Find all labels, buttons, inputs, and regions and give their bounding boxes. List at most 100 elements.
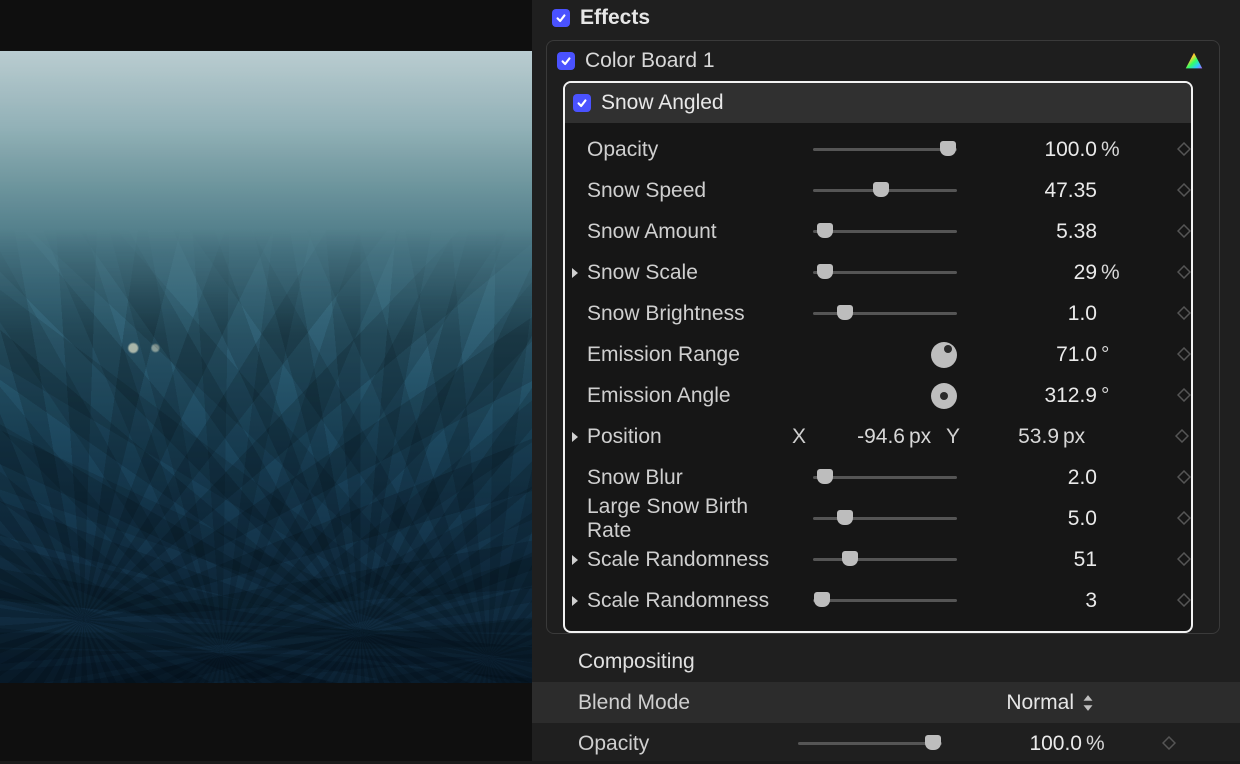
video-viewer: [0, 0, 532, 761]
param-value[interactable]: 2.0: [967, 466, 1097, 490]
param-value[interactable]: 29: [967, 261, 1097, 285]
param-value[interactable]: 1.0: [967, 302, 1097, 326]
param-label: Position: [587, 425, 797, 449]
keyframe-icon[interactable]: [1116, 732, 1176, 756]
blend-mode-row[interactable]: Blend Mode Normal: [532, 682, 1240, 723]
param-snow-blur: Snow Blur 2.0: [565, 457, 1191, 498]
param-label: Emission Range: [587, 343, 797, 367]
effect-label: Snow Angled: [601, 91, 724, 115]
param-value[interactable]: 51: [967, 548, 1097, 572]
param-label: Blend Mode: [578, 691, 690, 715]
param-label: Snow Amount: [587, 220, 797, 244]
param-label: Snow Blur: [587, 466, 797, 490]
param-snow-scale: Snow Scale 29%: [565, 252, 1191, 293]
color-wheel-icon[interactable]: [1183, 50, 1205, 72]
snow-bright-slider[interactable]: [813, 312, 957, 315]
param-unit: °: [1097, 343, 1131, 367]
param-value[interactable]: 100.0: [952, 732, 1082, 756]
section-effects: Effects: [532, 0, 1240, 36]
keyframe-icon[interactable]: [1131, 220, 1191, 244]
param-value[interactable]: 47.35: [967, 179, 1097, 203]
opacity-slider[interactable]: [813, 148, 957, 151]
param-snow-bright: Snow Brightness 1.0: [565, 293, 1191, 334]
keyframe-icon[interactable]: [1131, 302, 1191, 326]
scale-rand1-slider[interactable]: [813, 558, 957, 561]
param-label: Scale Randomness: [587, 589, 797, 613]
disclosure-icon[interactable]: [569, 430, 581, 444]
section-compositing: Compositing Blend Mode Normal Opacity 10…: [532, 634, 1240, 764]
effect-checkbox[interactable]: [573, 94, 591, 112]
parameter-list: Opacity 100.0% Snow Speed 47.35 Snow Amount 5…: [565, 123, 1191, 631]
param-position: PositionX-94.6pxY53.9px: [565, 416, 1191, 457]
param-opacity: Opacity 100.0%: [565, 129, 1191, 170]
keyframe-icon[interactable]: [1131, 507, 1191, 531]
param-value[interactable]: 5.0: [967, 507, 1097, 531]
param-value[interactable]: 71.0: [967, 343, 1097, 367]
effect-header[interactable]: Snow Angled: [565, 83, 1191, 123]
keyframe-icon[interactable]: [1131, 589, 1191, 613]
position-fields: X-94.6pxY53.9px: [789, 425, 1129, 449]
param-label: Scale Randomness: [587, 548, 797, 572]
param-label: Snow Speed: [587, 179, 797, 203]
position-x-value[interactable]: -94.6: [809, 425, 905, 449]
param-unit: %: [1097, 138, 1131, 162]
disclosure-icon[interactable]: [569, 553, 581, 567]
param-label: Emission Angle: [587, 384, 797, 408]
param-snow-speed: Snow Speed 47.35: [565, 170, 1191, 211]
disclosure-icon[interactable]: [569, 594, 581, 608]
param-unit: %: [1097, 261, 1131, 285]
param-em-angle: Emission Angle 312.9°: [565, 375, 1191, 416]
effects-list: Color Board 1: [546, 40, 1220, 634]
effects-checkbox[interactable]: [552, 9, 570, 27]
scale-rand2-slider[interactable]: [813, 599, 957, 602]
position-y-unit: px: [1059, 425, 1097, 449]
keyframe-icon[interactable]: [1131, 384, 1191, 408]
keyframe-icon[interactable]: [1129, 425, 1189, 449]
param-label: Opacity: [578, 732, 782, 756]
param-em-range: Emission Range 71.0°: [565, 334, 1191, 375]
keyframe-icon[interactable]: [1131, 548, 1191, 572]
param-unit: °: [1097, 384, 1131, 408]
preview-frame: [0, 51, 555, 683]
param-label: Snow Scale: [587, 261, 797, 285]
opacity-slider[interactable]: [798, 742, 942, 745]
lsbr-slider[interactable]: [813, 517, 957, 520]
param-scale-rand1: Scale Randomness 51: [565, 539, 1191, 580]
param-unit: %: [1082, 732, 1116, 756]
effect-color-board[interactable]: Color Board 1: [547, 41, 1219, 81]
blend-mode-value: Normal: [1006, 691, 1074, 715]
axis-x-label: X: [789, 425, 809, 449]
param-snow-amount: Snow Amount 5.38: [565, 211, 1191, 252]
inspector-panel: Effects Color Board 1: [532, 0, 1240, 761]
snow-amount-slider[interactable]: [813, 230, 957, 233]
param-value[interactable]: 312.9: [967, 384, 1097, 408]
keyframe-icon[interactable]: [1131, 261, 1191, 285]
param-scale-rand2: Scale Randomness 3: [565, 580, 1191, 621]
param-value[interactable]: 5.38: [967, 220, 1097, 244]
effect-checkbox[interactable]: [557, 52, 575, 70]
param-value[interactable]: 3: [967, 589, 1097, 613]
snow-blur-slider[interactable]: [813, 476, 957, 479]
snow-scale-slider[interactable]: [813, 271, 957, 274]
section-title: Effects: [580, 6, 650, 30]
effect-label: Color Board 1: [585, 49, 715, 73]
position-y-value[interactable]: 53.9: [963, 425, 1059, 449]
section-title: Compositing: [578, 650, 1214, 674]
em-angle-dial[interactable]: [931, 383, 957, 409]
disclosure-icon[interactable]: [569, 266, 581, 280]
param-label: Snow Brightness: [587, 302, 797, 326]
axis-y-label: Y: [943, 425, 963, 449]
stepper-icon[interactable]: [1082, 694, 1094, 712]
keyframe-icon[interactable]: [1131, 179, 1191, 203]
keyframe-icon[interactable]: [1131, 466, 1191, 490]
em-range-dial[interactable]: [931, 342, 957, 368]
snow-speed-slider[interactable]: [813, 189, 957, 192]
effect-snow-angled-selected: Snow Angled Opacity 100.0% Snow Speed 47.35…: [563, 81, 1193, 633]
param-lsbr: Large Snow Birth Rate5.0: [565, 498, 1191, 539]
param-label: Large Snow Birth Rate: [587, 495, 797, 543]
param-value[interactable]: 100.0: [967, 138, 1097, 162]
param-label: Opacity: [587, 138, 797, 162]
keyframe-icon[interactable]: [1131, 138, 1191, 162]
keyframe-icon[interactable]: [1131, 343, 1191, 367]
position-x-unit: px: [905, 425, 943, 449]
